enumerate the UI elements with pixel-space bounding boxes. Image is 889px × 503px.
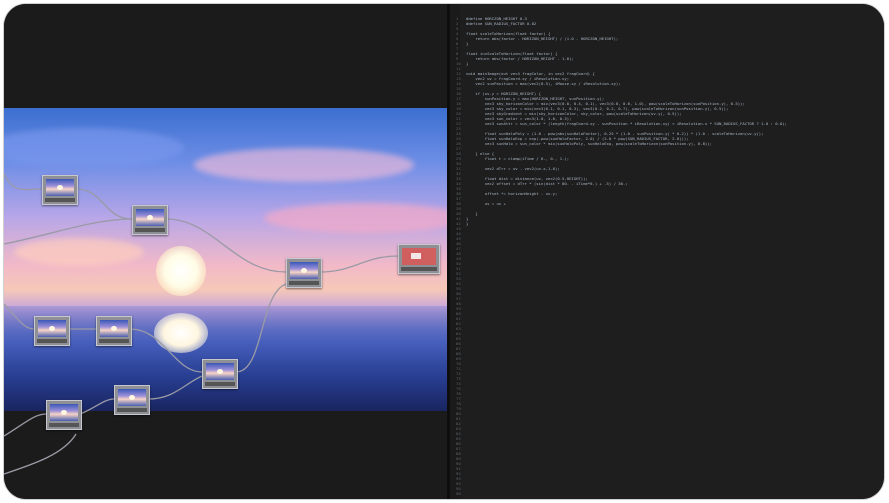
code-line-text: uv = uv + bbox=[466, 201, 506, 206]
app-window: 1 #define HORIZON_HEIGHT 0.3 2 #define SUN_… bbox=[4, 4, 884, 499]
arrow-right-icon bbox=[402, 248, 436, 265]
graph-node[interactable] bbox=[114, 385, 150, 415]
node-toolbar[interactable] bbox=[117, 408, 147, 412]
graph-node[interactable] bbox=[96, 316, 132, 346]
code-editor[interactable]: 1 #define HORIZON_HEIGHT 0.3 2 #define SUN_… bbox=[450, 4, 884, 499]
node-toolbar[interactable] bbox=[401, 267, 437, 271]
code-line-text: vec2 dTrr = uv - vec2(uv.x,1.0); bbox=[466, 166, 560, 171]
node-thumbnail bbox=[136, 209, 164, 226]
code-line-text: } bbox=[466, 41, 469, 46]
graph-node[interactable] bbox=[46, 400, 82, 430]
output-node[interactable] bbox=[398, 244, 440, 274]
graph-node[interactable] bbox=[286, 258, 322, 288]
graph-node[interactable] bbox=[132, 205, 168, 235]
node-toolbar[interactable] bbox=[99, 339, 129, 343]
graph-node[interactable] bbox=[42, 175, 78, 205]
code-line-text: offset *= horizonHeight - uv.y; bbox=[466, 191, 558, 196]
code-line-text: #define SUN_RADIUS_FACTOR 0.02 bbox=[466, 21, 537, 26]
code-line-text: vec2 sunPosition = max(vec2(0.5), iMouse… bbox=[466, 81, 621, 86]
code-line-text: } bbox=[466, 61, 469, 66]
node-thumbnail bbox=[46, 179, 74, 196]
code-line-text: } bbox=[466, 221, 469, 226]
code-line-text: return abs(factor - HORIZON_HEIGHT) / (1… bbox=[466, 36, 619, 41]
node-thumbnail bbox=[290, 262, 318, 279]
node-thumbnail bbox=[100, 320, 128, 337]
line-number: 96 bbox=[456, 491, 461, 496]
node-toolbar[interactable] bbox=[37, 339, 67, 343]
node-thumbnail bbox=[118, 389, 146, 406]
code-line-text: return abs(factor / HORIZON_HEIGHT - 1.0… bbox=[466, 56, 574, 61]
code-line[interactable]: 96 bbox=[456, 491, 880, 496]
node-toolbar[interactable] bbox=[49, 423, 79, 427]
node-thumbnail bbox=[206, 363, 234, 380]
graph-node[interactable] bbox=[34, 316, 70, 346]
node-thumbnail bbox=[50, 404, 78, 421]
node-toolbar[interactable] bbox=[45, 198, 75, 202]
node-toolbar[interactable] bbox=[289, 281, 319, 285]
node-graph-canvas[interactable] bbox=[4, 4, 447, 499]
code-line-text: float t = clamp(iTime / 6., 0., 1.); bbox=[466, 156, 570, 161]
code-line-text: vec2 offset = dTrr * (sin(dist * 80. - i… bbox=[466, 181, 628, 186]
code-line-text: vec3 sunAttr = sun_color * (length(fragC… bbox=[466, 121, 787, 126]
code-text[interactable]: 1 #define HORIZON_HEIGHT 0.3 2 #define SUN_… bbox=[456, 16, 880, 496]
code-line-text: vec3 sunHalo = sun_color * mix(sunHaloPo… bbox=[466, 141, 712, 146]
node-toolbar[interactable] bbox=[135, 228, 165, 232]
node-thumbnail bbox=[38, 320, 66, 337]
node-toolbar[interactable] bbox=[205, 382, 235, 386]
graph-node[interactable] bbox=[202, 359, 238, 389]
